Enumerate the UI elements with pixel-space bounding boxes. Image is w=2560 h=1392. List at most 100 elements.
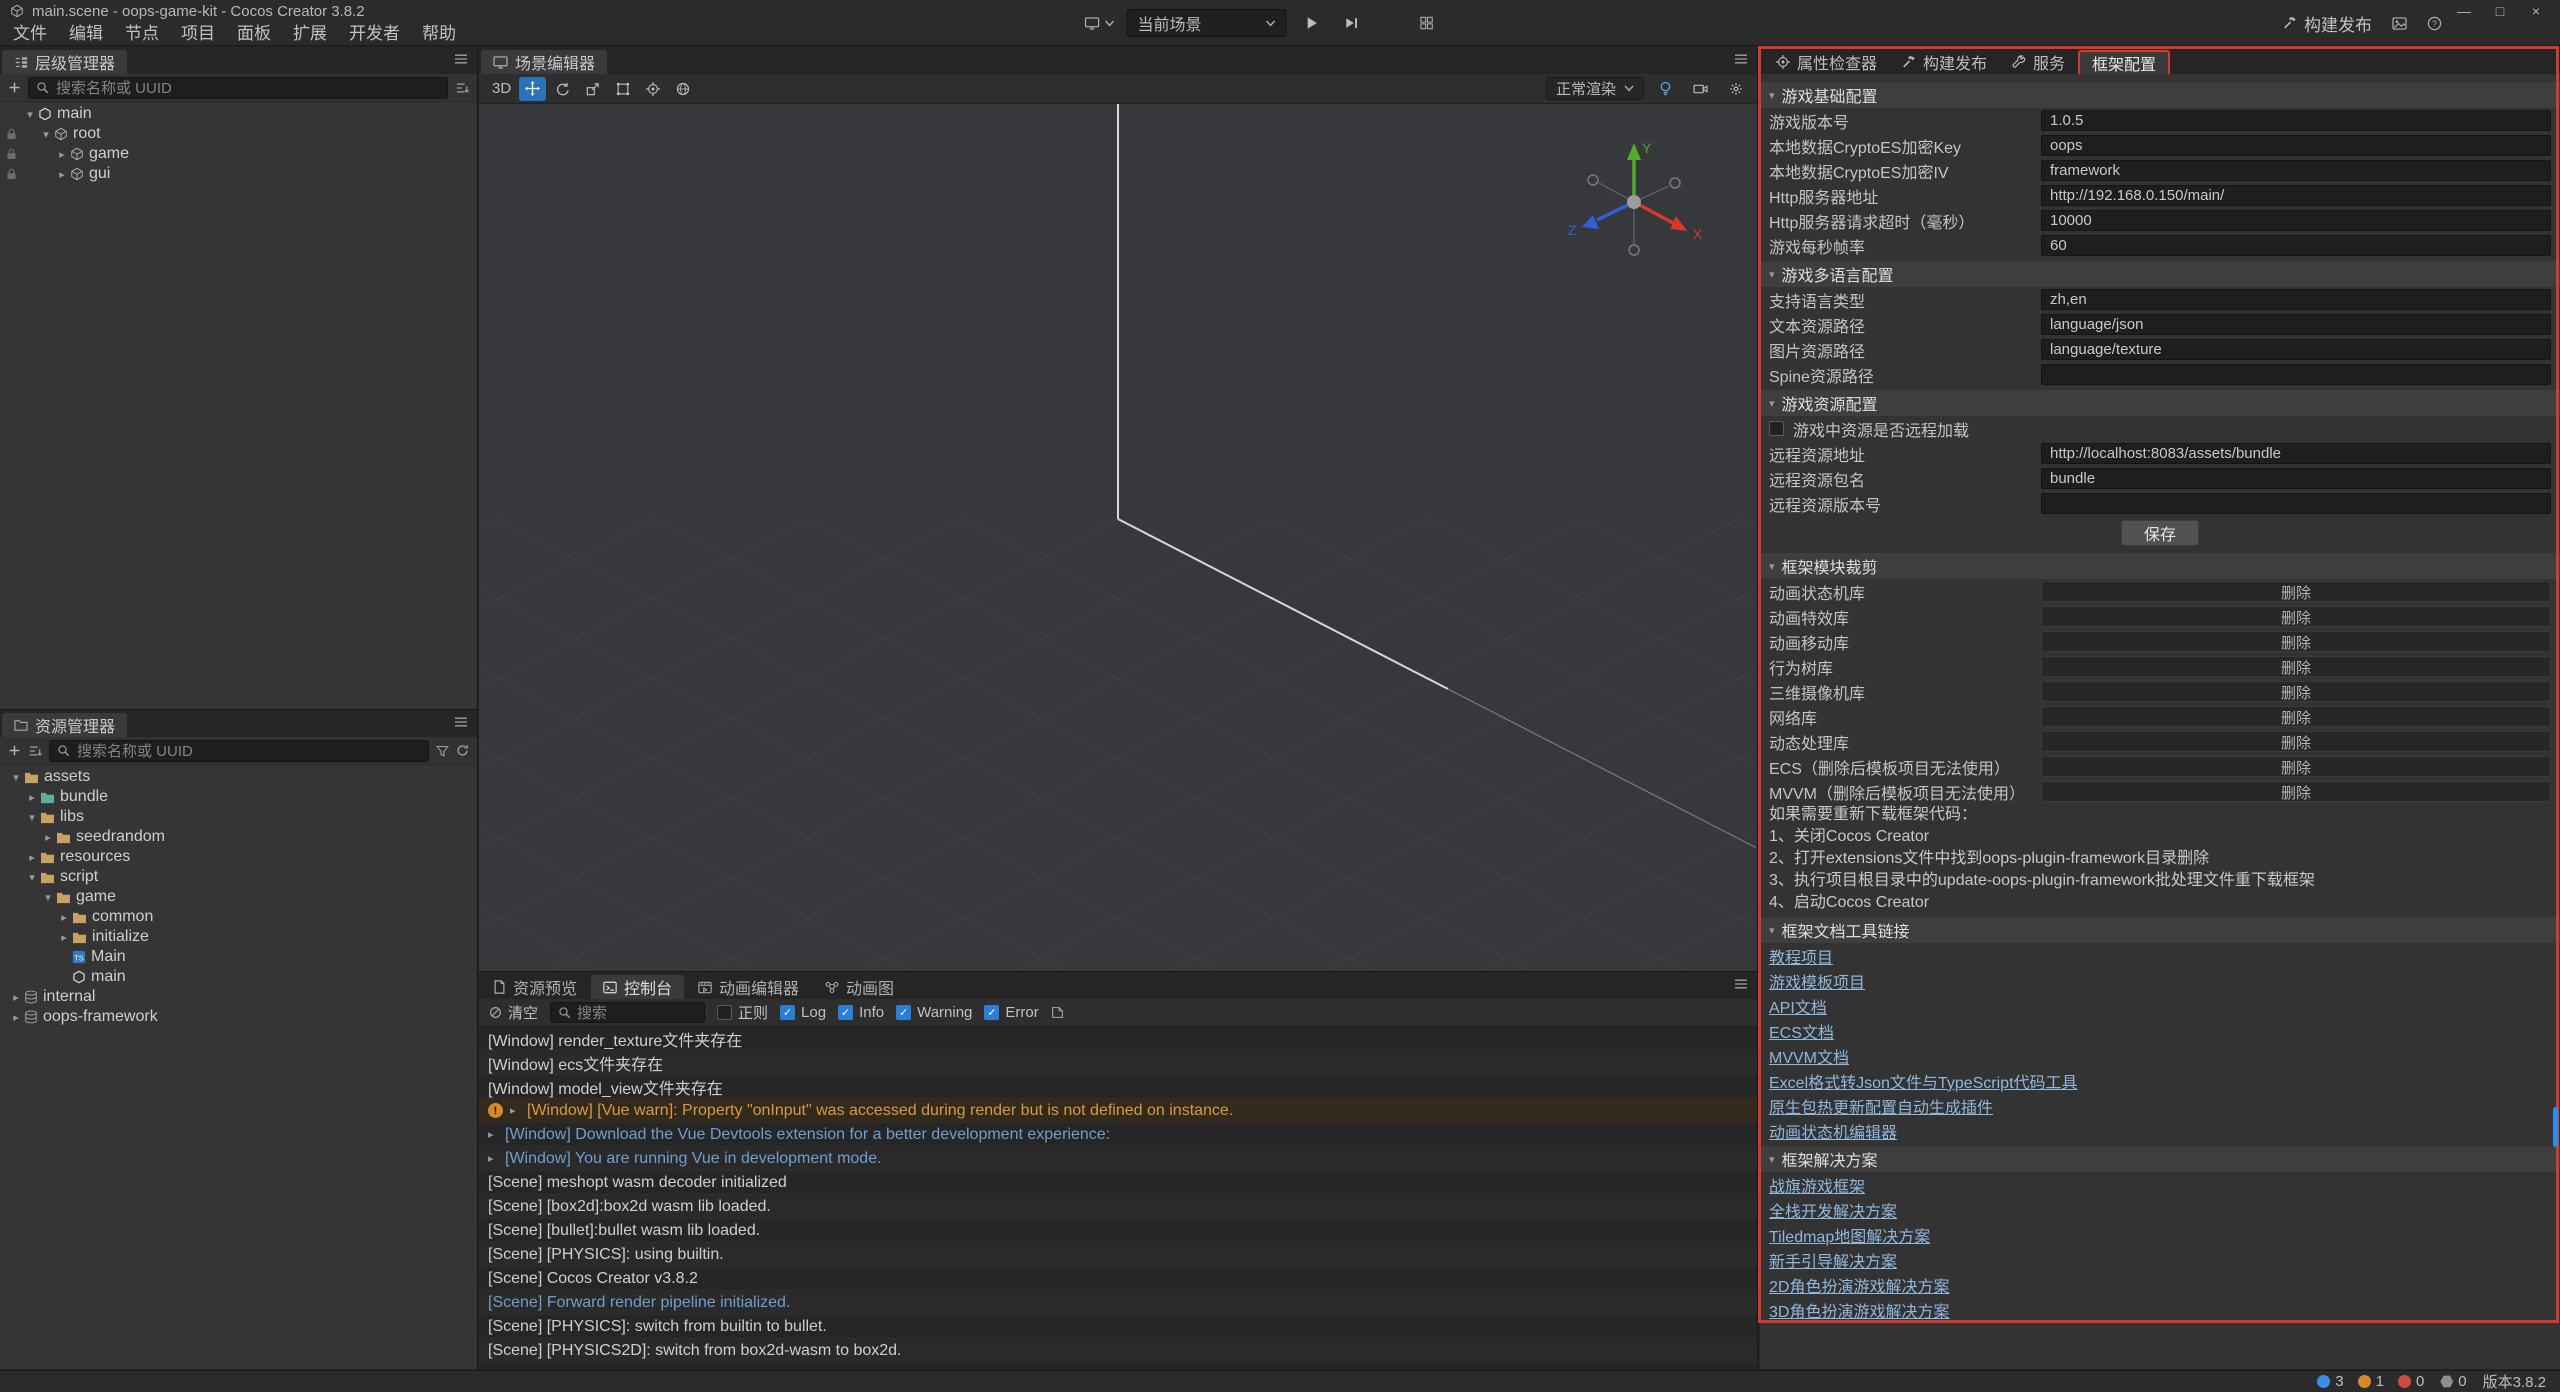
section-header[interactable]: ▾ 框架模块裁剪 (1760, 553, 2560, 579)
save-button[interactable]: 保存 (2121, 520, 2199, 546)
fps-input[interactable] (2041, 235, 2551, 256)
Info-checkbox[interactable] (838, 1005, 853, 1020)
lock-icon[interactable] (6, 128, 17, 140)
inspector-tab-服务[interactable]: 服务 (2000, 50, 2077, 74)
scene-panel-tab[interactable]: 场景编辑器 (481, 50, 607, 74)
scale-tool-button[interactable] (579, 77, 606, 101)
module-behavior-tree-delete-button[interactable]: 删除 (2041, 656, 2551, 677)
regex-checkbox[interactable] (717, 1005, 732, 1020)
module-camera3d-delete-button[interactable]: 删除 (2041, 681, 2551, 702)
tree-item-root[interactable]: ▾ root (0, 124, 477, 144)
chevron-right-icon[interactable]: ▸ (510, 1104, 520, 1117)
rotate-tool-button[interactable] (549, 77, 576, 101)
world-local-toggle[interactable] (669, 77, 696, 101)
remote-server-input[interactable] (2041, 443, 2551, 464)
tree-item-oops-framework[interactable]: ▸ oops-framework (0, 1007, 477, 1027)
sort-icon[interactable] (455, 82, 469, 94)
scene-select-dropdown[interactable]: 当前场景 (1127, 9, 1287, 37)
tree-item-internal[interactable]: ▸ internal (0, 987, 477, 1007)
tree-item-seedrandom[interactable]: ▸ seedrandom (0, 827, 477, 847)
build-publish-button[interactable]: 构建发布 (2283, 11, 2372, 36)
scrollbar-thumb[interactable] (2553, 1107, 2558, 1147)
chevron-right-icon[interactable]: ▸ (24, 851, 40, 864)
step-button[interactable] (1338, 16, 1366, 30)
chevron-down-icon[interactable]: ▾ (8, 771, 24, 784)
warning-counter[interactable]: 1 (2358, 1373, 2384, 1390)
hierarchy-search-input[interactable]: 搜索名称或 UUID (28, 77, 448, 99)
link-hotupdate[interactable]: 原生包热更新配置自动生成插件 (1769, 1094, 1993, 1118)
maximize-button[interactable]: □ (2482, 0, 2518, 22)
play-button[interactable] (1299, 16, 1326, 30)
refresh-icon[interactable] (456, 744, 469, 757)
menu-item-帮助[interactable]: 帮助 (411, 22, 467, 46)
chevron-down-icon[interactable]: ▾ (22, 108, 38, 121)
module-effect-delete-button[interactable]: 删除 (2041, 606, 2551, 627)
crypto-iv-input[interactable] (2041, 160, 2551, 181)
regex-toggle[interactable]: 正则 (717, 1002, 768, 1023)
console-log-row[interactable]: [Window] model_view文件夹存在 (479, 1075, 1757, 1099)
scene-viewport[interactable]: X Y Z (479, 104, 1757, 971)
panel-menu-icon[interactable] (454, 53, 468, 65)
clear-console-button[interactable]: 清空 (489, 1002, 538, 1023)
link-excel[interactable]: Excel格式转Json文件与TypeScript代码工具 (1769, 1069, 2078, 1093)
console-log-row[interactable]: [Scene] [bullet]:bullet wasm lib loaded. (479, 1219, 1757, 1243)
module-mvvm-delete-button[interactable]: 删除 (2041, 781, 2551, 802)
chevron-right-icon[interactable]: ▸ (40, 831, 56, 844)
Warning-checkbox[interactable] (896, 1005, 911, 1020)
scene-light-toggle[interactable] (1652, 77, 1679, 101)
remote-version-input[interactable] (2041, 493, 2551, 514)
minimize-button[interactable]: — (2446, 0, 2482, 22)
close-button[interactable]: × (2518, 0, 2554, 22)
inspector-tab-属性检查器[interactable]: 属性检查器 (1764, 50, 1889, 74)
tree-item-resources[interactable]: ▸ resources (0, 847, 477, 867)
console-log-row[interactable]: [Scene] [PHYSICS]: switch from builtin t… (479, 1315, 1757, 1339)
Error-checkbox[interactable] (984, 1005, 999, 1020)
tree-item-main[interactable]: ▾ main (0, 104, 477, 124)
tree-item-gui[interactable]: ▸ gui (0, 164, 477, 184)
console-log-row[interactable]: ! ▸ [Window] [Vue warn]: Property "onInp… (479, 1099, 1757, 1123)
chevron-right-icon[interactable]: ▸ (488, 1128, 498, 1141)
chevron-right-icon[interactable]: ▸ (488, 1152, 498, 1165)
menu-item-开发者[interactable]: 开发者 (338, 22, 411, 46)
link-tiledmap[interactable]: Tiledmap地图解决方案 (1769, 1223, 1930, 1247)
chevron-right-icon[interactable]: ▸ (8, 991, 24, 1004)
tree-item-main[interactable]: main (0, 967, 477, 987)
help-icon[interactable]: ? (2427, 16, 2442, 31)
section-header[interactable]: ▾ 框架文档工具链接 (1760, 917, 2560, 943)
preview-device-button[interactable] (1085, 17, 1115, 30)
section-header[interactable]: ▾ 游戏基础配置 (1760, 82, 2560, 108)
inspector-tab-框架配置[interactable]: 框架配置 (2078, 50, 2170, 74)
tree-item-libs[interactable]: ▾ libs (0, 807, 477, 827)
rect-tool-button[interactable] (609, 77, 636, 101)
panel-menu-icon[interactable] (454, 716, 468, 728)
module-move-delete-button[interactable]: 删除 (2041, 631, 2551, 652)
console-tab-控制台[interactable]: 控制台 (591, 975, 684, 999)
create-node-button[interactable] (8, 81, 21, 94)
http-server-input[interactable] (2041, 185, 2551, 206)
console-log-row[interactable]: [Window] render_texture文件夹存在 (479, 1027, 1757, 1051)
screenshot-icon[interactable] (2392, 17, 2407, 30)
tree-item-script[interactable]: ▾ script (0, 867, 477, 887)
languages-input[interactable] (2041, 289, 2551, 310)
console-search-input[interactable]: 搜索 (550, 1002, 705, 1023)
chevron-right-icon[interactable]: ▸ (56, 931, 72, 944)
console-log-row[interactable]: [Scene] Cocos Creator v3.8.2 (479, 1267, 1757, 1291)
console-log-row[interactable]: ▸ [Window] Download the Vue Devtools ext… (479, 1123, 1757, 1147)
chevron-right-icon[interactable]: ▸ (54, 168, 70, 181)
axis-gizmo[interactable]: X Y Z (1559, 132, 1709, 272)
inspector-tab-构建发布[interactable]: 构建发布 (1890, 50, 1999, 74)
section-header[interactable]: ▾ 框架解决方案 (1760, 1146, 2560, 1172)
chevron-right-icon[interactable]: ▸ (56, 911, 72, 924)
hierarchy-panel-tab[interactable]: 层级管理器 (2, 50, 127, 74)
menu-item-扩展[interactable]: 扩展 (282, 22, 338, 46)
chevron-down-icon[interactable]: ▾ (24, 811, 40, 824)
console-log-row[interactable]: [Scene] Forward render pipeline initiali… (479, 1291, 1757, 1315)
info-counter[interactable]: 3 (2317, 1373, 2343, 1390)
remote-bundle-input[interactable] (2041, 468, 2551, 489)
lock-icon[interactable] (6, 168, 17, 180)
menu-item-项目[interactable]: 项目 (170, 22, 226, 46)
tree-item-game[interactable]: ▸ game (0, 144, 477, 164)
link-fullstack[interactable]: 全栈开发解决方案 (1769, 1198, 1897, 1222)
menu-item-编辑[interactable]: 编辑 (58, 22, 114, 46)
link-tutorial[interactable]: 教程项目 (1769, 944, 1833, 968)
